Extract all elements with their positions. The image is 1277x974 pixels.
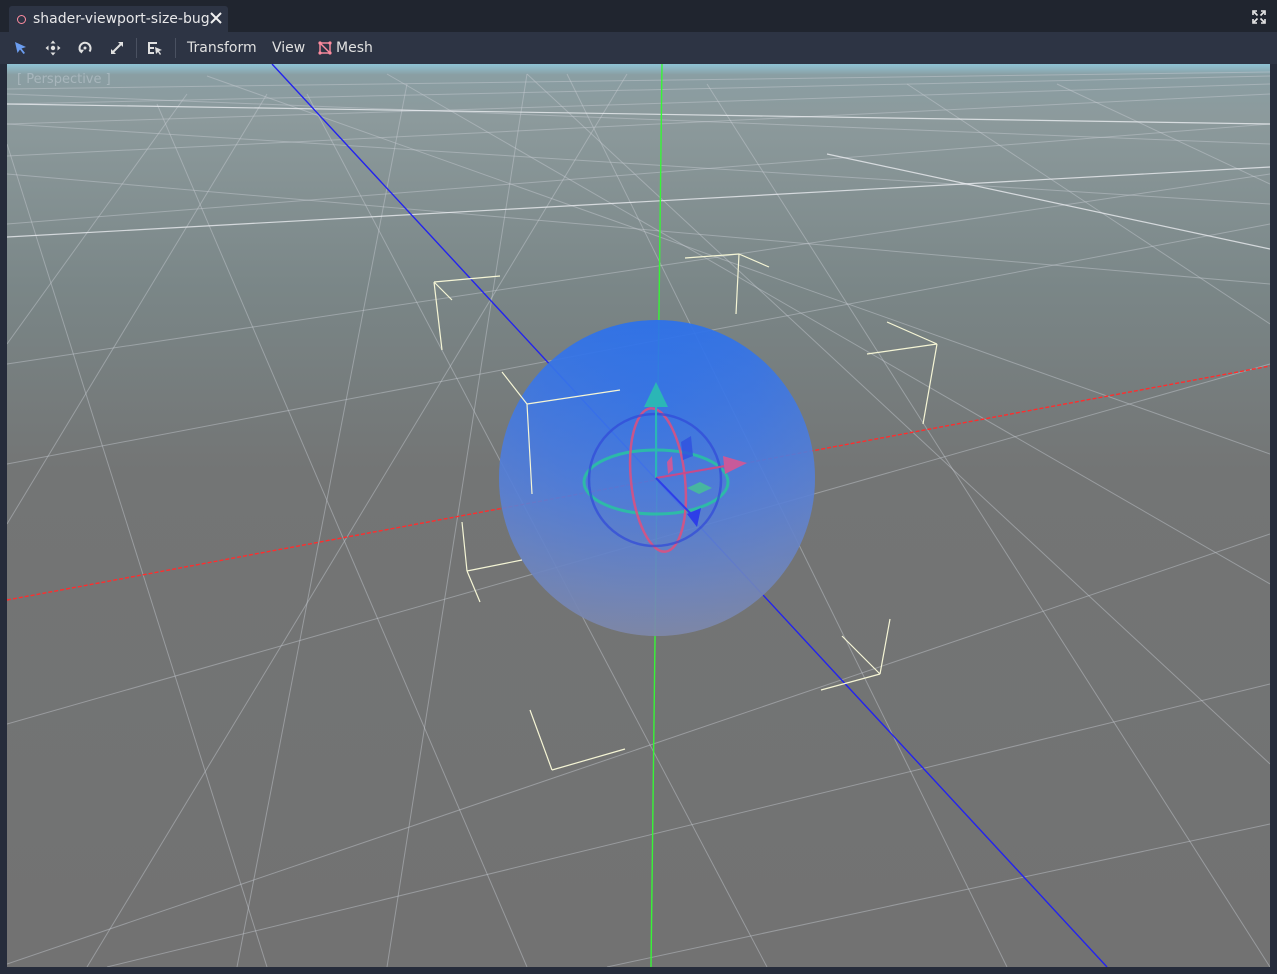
- view-menu-label: View: [272, 40, 306, 56]
- mesh-icon: [318, 41, 332, 55]
- close-icon[interactable]: [208, 10, 224, 26]
- mesh-menu-label: Mesh: [336, 40, 373, 56]
- editor-toolbar: Transform View Mesh: [0, 32, 1277, 64]
- transform-menu-label: Transform: [187, 40, 257, 56]
- transform-menu[interactable]: Transform: [187, 39, 257, 57]
- select-tool-icon[interactable]: [12, 39, 30, 57]
- rotate-tool-icon[interactable]: [76, 39, 94, 57]
- 3d-viewport[interactable]: [ Perspective ]: [7, 64, 1270, 967]
- mesh-menu[interactable]: Mesh: [318, 39, 373, 57]
- perspective-label[interactable]: [ Perspective ]: [17, 72, 111, 87]
- scene-tab[interactable]: shader-viewport-size-bug: [9, 6, 228, 32]
- scene-tab-title: shader-viewport-size-bug: [33, 11, 210, 27]
- scene-tab-bar: shader-viewport-size-bug: [0, 0, 1277, 32]
- move-tool-icon[interactable]: [44, 39, 62, 57]
- scene-circle-icon: [17, 14, 26, 24]
- list-select-icon[interactable]: [146, 39, 164, 57]
- scale-tool-icon[interactable]: [108, 39, 126, 57]
- fullscreen-icon[interactable]: [1251, 9, 1267, 25]
- view-menu[interactable]: View: [272, 39, 305, 57]
- viewport-scene[interactable]: [7, 64, 1270, 967]
